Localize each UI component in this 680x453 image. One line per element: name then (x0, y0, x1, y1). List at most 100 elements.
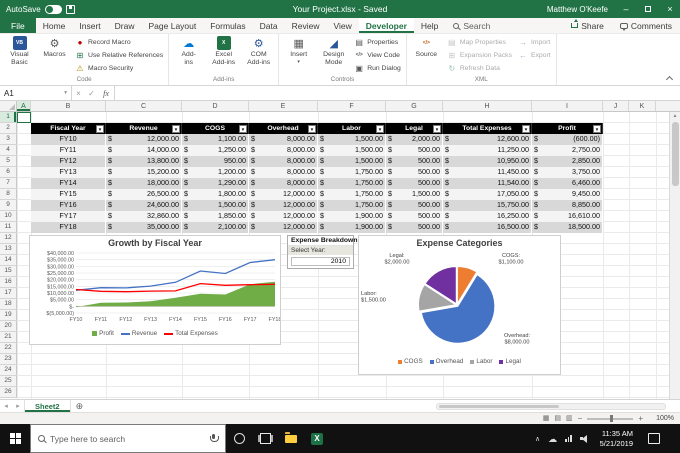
cell-fiscal-year[interactable]: FY15 (31, 189, 106, 200)
filter-dropdown-icon[interactable]: ▼ (96, 124, 104, 133)
filter-dropdown-icon[interactable]: ▼ (376, 124, 384, 133)
task-view-button[interactable] (252, 424, 278, 453)
export-button[interactable]: ← Export (516, 49, 553, 62)
grid[interactable]: Fiscal Year ▼ Revenue ▼ COGS ▼ Overhead ▼ Labor ▼… (0, 112, 680, 399)
cell-overhead[interactable]: $8,000.00 (249, 167, 318, 178)
cell-cogs[interactable]: $950.00 (182, 156, 249, 167)
row-header-7[interactable]: 7 (0, 178, 17, 189)
cell-overhead[interactable]: $12,000.00 (249, 189, 318, 200)
cell-labor[interactable]: $1,500.00 (318, 156, 386, 167)
cell-legal[interactable]: $500.00 (386, 145, 443, 156)
enter-icon[interactable]: ✓ (85, 89, 98, 98)
cell-cogs[interactable]: $1,850.00 (182, 211, 249, 222)
row-header-3[interactable]: 3 (0, 134, 17, 145)
growth-chart[interactable]: Growth by Fiscal Year $40,000.00 $35,000.… (29, 235, 281, 345)
restore-button[interactable] (638, 0, 658, 18)
formula-input[interactable] (114, 86, 680, 100)
cell-revenue[interactable]: $13,800.00 (106, 156, 182, 167)
cell-fiscal-year[interactable]: FY12 (31, 156, 106, 167)
tab-file[interactable]: File (0, 18, 36, 33)
macros-button[interactable]: ⚙ Macros (38, 35, 71, 75)
sheet-nav-right-icon[interactable]: ▸ (12, 402, 24, 410)
cell-profit[interactable]: $3,750.00 (532, 167, 603, 178)
cell-cogs[interactable]: $1,290.00 (182, 178, 249, 189)
design-mode-button[interactable]: ◢ Design Mode (317, 35, 350, 75)
import-button[interactable]: → Import (516, 36, 553, 49)
row-header-16[interactable]: 16 (0, 277, 17, 288)
expansion-packs-button[interactable]: ⊞ Expansion Packs (445, 49, 514, 62)
column-header-e[interactable]: E (249, 101, 318, 111)
collapse-ribbon-button[interactable] (666, 74, 674, 82)
file-explorer-button[interactable] (278, 424, 304, 453)
select-all-corner[interactable] (0, 101, 17, 111)
column-header-j[interactable]: J (603, 101, 629, 111)
cell-overhead[interactable]: $8,000.00 (249, 178, 318, 189)
row-header-10[interactable]: 10 (0, 211, 17, 222)
column-header-f[interactable]: F (318, 101, 386, 111)
map-properties-button[interactable]: ▤ Map Properties (445, 36, 514, 49)
cell-total-expenses[interactable]: $16,500.00 (443, 222, 532, 233)
insert-function-icon[interactable]: fx (98, 89, 114, 98)
column-header-profit[interactable]: Profit ▼ (532, 123, 603, 134)
cell-labor[interactable]: $1,500.00 (318, 134, 386, 145)
row-header-14[interactable]: 14 (0, 255, 17, 266)
microphone-icon[interactable] (209, 433, 219, 444)
tab-review[interactable]: Review (285, 18, 327, 33)
column-header-b[interactable]: B (31, 101, 106, 111)
cell-profit[interactable]: $9,450.00 (532, 189, 603, 200)
cell-profit[interactable]: $8,850.00 (532, 200, 603, 211)
cancel-icon[interactable]: × (72, 89, 85, 98)
year-slicer[interactable]: Expense Breakdown Select Year: 2010 (287, 235, 357, 269)
row-header-9[interactable]: 9 (0, 200, 17, 211)
cell-overhead[interactable]: $8,000.00 (249, 134, 318, 145)
view-code-button[interactable]: </> View Code (352, 49, 403, 62)
tab-data[interactable]: Data (253, 18, 285, 33)
excel-add-ins-button[interactable]: X Excel Add-ins (207, 35, 240, 75)
cell-profit[interactable]: $18,500.00 (532, 222, 603, 233)
horizontal-scrollbar[interactable] (436, 402, 666, 410)
slicer-item-2010[interactable]: 2010 (291, 257, 350, 266)
onedrive-icon[interactable]: ☁ (548, 434, 557, 444)
cell-legal[interactable]: $1,500.00 (386, 189, 443, 200)
cell-revenue[interactable]: $18,000.00 (106, 178, 182, 189)
zoom-out-button[interactable]: − (578, 414, 583, 424)
column-header-h[interactable]: H (443, 101, 532, 111)
tab-view[interactable]: View (327, 18, 359, 33)
cell-revenue[interactable]: $15,200.00 (106, 167, 182, 178)
column-header-labor[interactable]: Labor ▼ (318, 123, 386, 134)
cell-total-expenses[interactable]: $17,050.00 (443, 189, 532, 200)
row-header-12[interactable]: 12 (0, 233, 17, 244)
column-header-overhead[interactable]: Overhead ▼ (249, 123, 318, 134)
cell-total-expenses[interactable]: $15,750.00 (443, 200, 532, 211)
source-button[interactable]: </> Source (410, 35, 443, 75)
selected-cell-a1[interactable] (17, 112, 31, 123)
comments-button[interactable]: Comments (612, 18, 680, 33)
zoom-slider[interactable] (587, 415, 634, 422)
network-icon[interactable] (565, 435, 572, 442)
row-header-6[interactable]: 6 (0, 167, 17, 178)
row-header-24[interactable]: 24 (0, 365, 17, 376)
cell-labor[interactable]: $1,750.00 (318, 200, 386, 211)
cell-labor[interactable]: $1,750.00 (318, 178, 386, 189)
tab-home[interactable]: Home (36, 18, 73, 33)
column-header-g[interactable]: G (386, 101, 443, 111)
column-header-legal[interactable]: Legal ▼ (386, 123, 443, 134)
scroll-up-icon[interactable]: ▲ (673, 112, 678, 120)
use-relative-references-button[interactable]: ⊞ Use Relative References (73, 49, 165, 62)
row-header-1[interactable]: 1 (0, 112, 17, 123)
cell-profit[interactable]: $16,610.00 (532, 211, 603, 222)
row-header-25[interactable]: 25 (0, 376, 17, 387)
column-header-k[interactable]: K (629, 101, 656, 111)
cell-total-expenses[interactable]: $11,250.00 (443, 145, 532, 156)
cell-total-expenses[interactable]: $11,540.00 (443, 178, 532, 189)
cortana-button[interactable] (226, 424, 252, 453)
tab-help[interactable]: Help (414, 18, 445, 33)
column-header-d[interactable]: D (182, 101, 249, 111)
cell-revenue[interactable]: $12,000.00 (106, 134, 182, 145)
zoom-level[interactable]: 100% (648, 415, 674, 422)
name-box-caret-icon[interactable]: ▾ (64, 90, 67, 96)
cell-revenue[interactable]: $14,000.00 (106, 145, 182, 156)
share-button[interactable]: Share (563, 18, 612, 33)
cell-cogs[interactable]: $1,800.00 (182, 189, 249, 200)
column-header-c[interactable]: C (106, 101, 182, 111)
